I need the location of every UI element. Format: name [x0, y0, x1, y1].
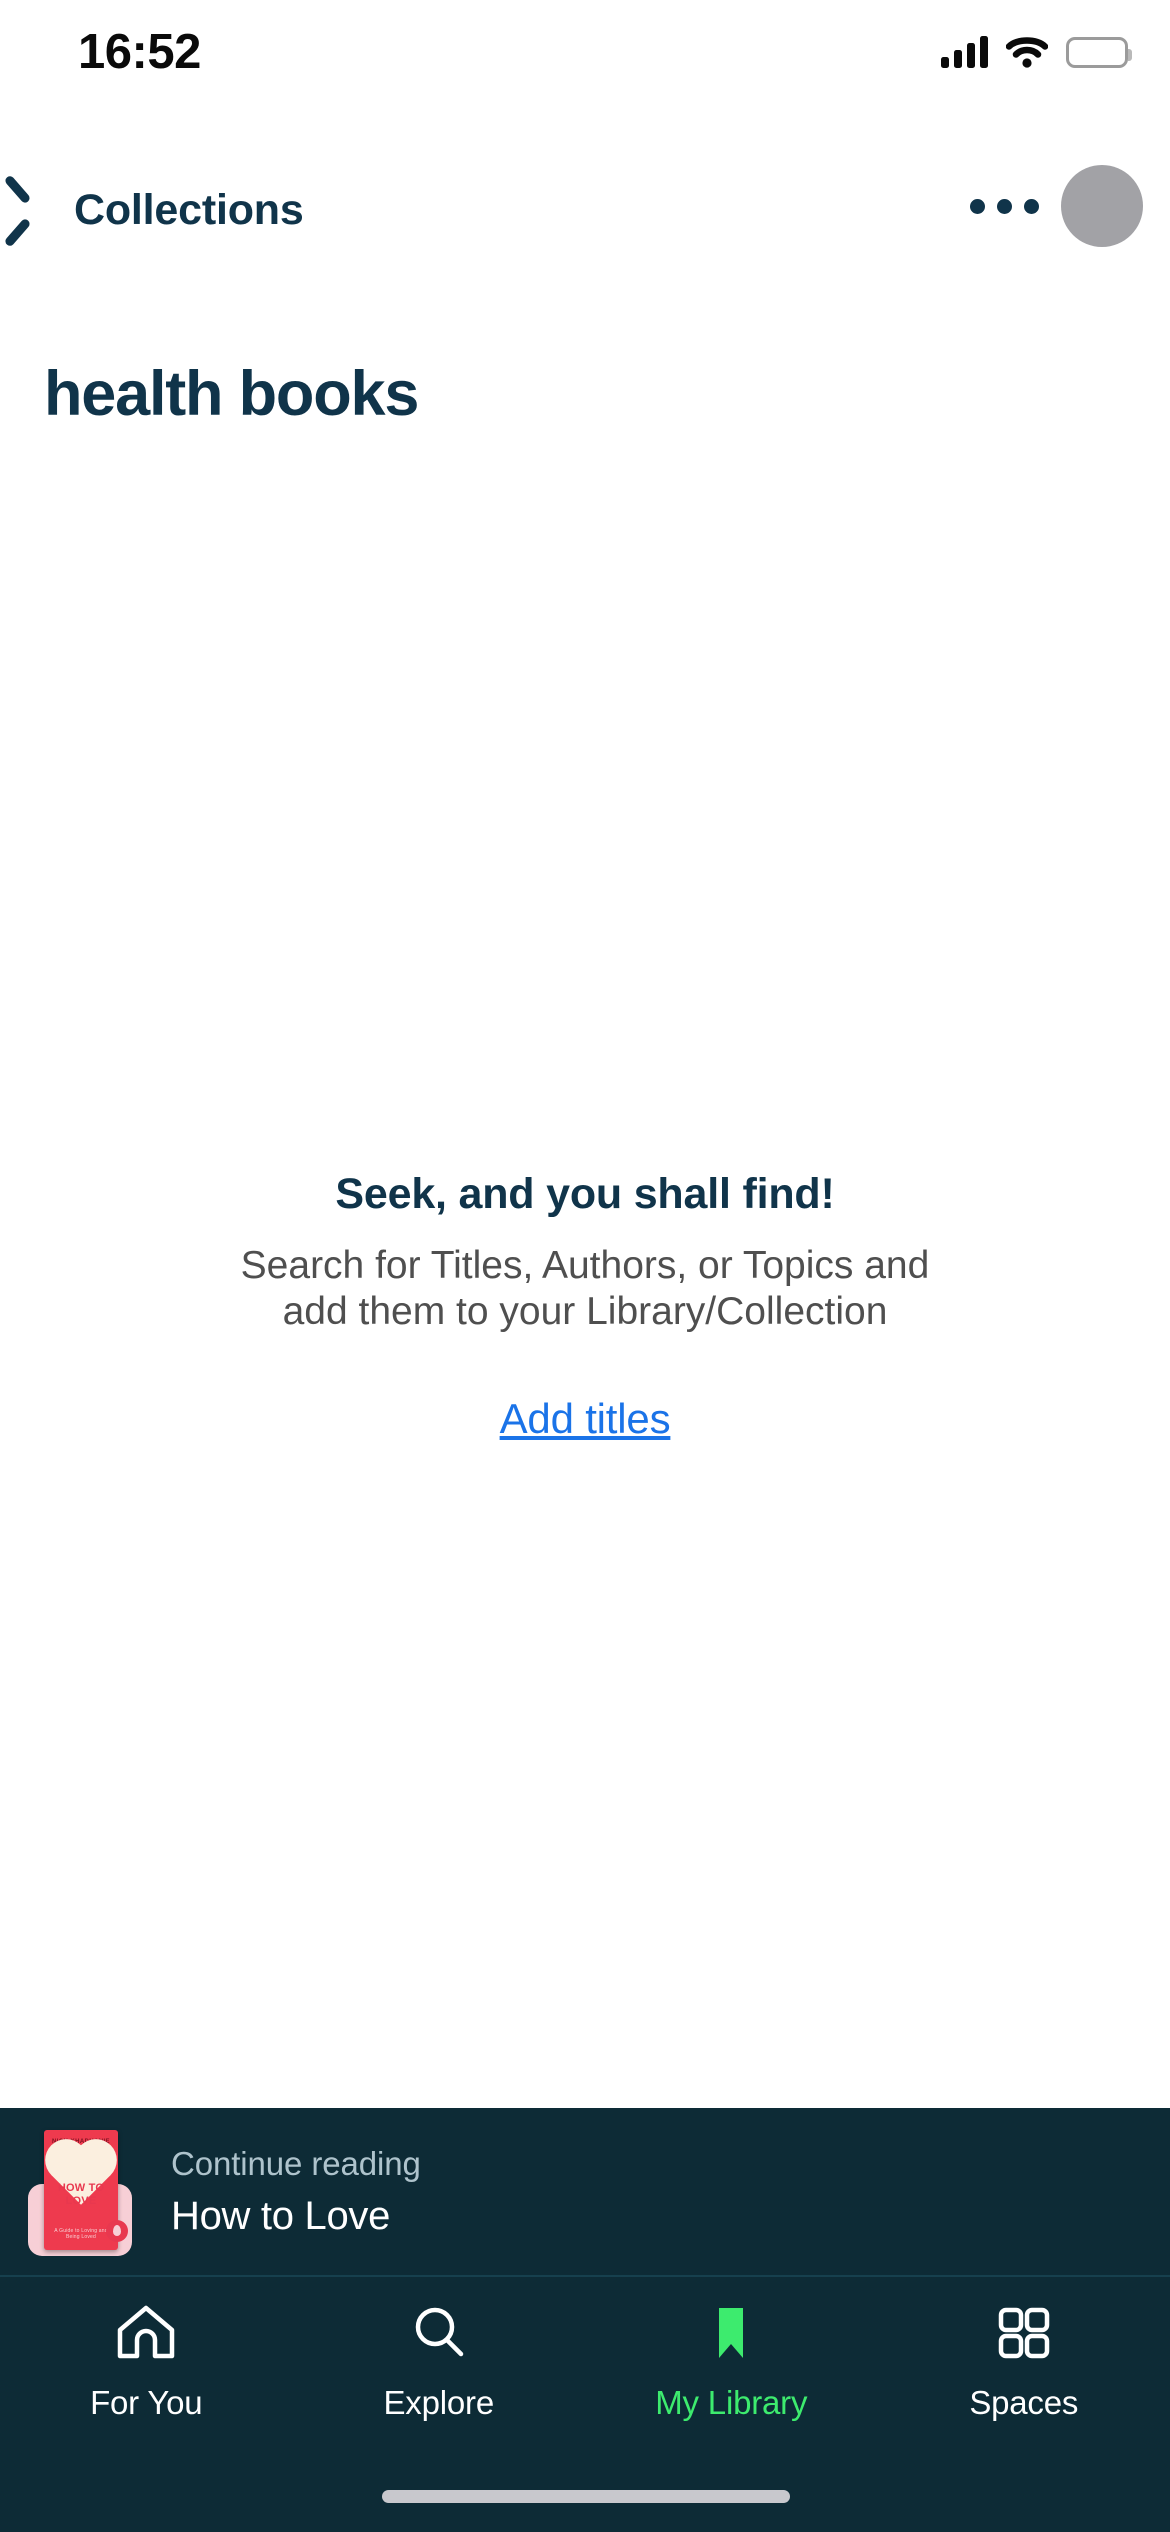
empty-state-description: Search for Titles, Authors, or Topics an… — [240, 1244, 930, 1334]
tab-for-you[interactable]: For You — [0, 2302, 293, 2422]
status-bar-time: 16:52 — [78, 25, 201, 79]
battery-icon — [1066, 36, 1132, 68]
status-bar: 16:52 — [0, 0, 1170, 100]
tab-explore[interactable]: Explore — [293, 2302, 586, 2422]
cover-title-line2: LOVE — [65, 2194, 97, 2207]
continue-reading-title: How to Love — [171, 2193, 391, 2238]
tab-label-my-library: My Library — [655, 2384, 808, 2421]
home-indicator[interactable] — [382, 2490, 790, 2503]
navigation-bar-actions — [964, 165, 1143, 247]
cover-subtitle: A Guide to Loving and Being Loved — [54, 2227, 108, 2240]
tab-label-for-you: For You — [90, 2384, 203, 2421]
chevron-left-icon — [24, 184, 58, 236]
cellular-signal-icon — [941, 36, 988, 68]
cover-badge-icon — [106, 2219, 128, 2242]
back-button-label: Collections — [74, 185, 304, 234]
empty-state: Seek, and you shall find! Search for Tit… — [0, 1170, 1170, 1443]
wifi-icon — [1005, 36, 1049, 68]
grid-icon — [993, 2302, 1055, 2364]
tab-label-spaces: Spaces — [969, 2384, 1079, 2421]
book-cover-thumbnail: NICK KHADHANIE HOW TO LOVE A Guide to Lo… — [24, 2128, 136, 2256]
status-bar-indicators — [941, 30, 1132, 74]
back-button[interactable]: Collections — [14, 170, 314, 250]
continue-reading-bar[interactable]: NICK KHADHANIE HOW TO LOVE A Guide to Lo… — [0, 2108, 1170, 2275]
avatar[interactable] — [1061, 165, 1143, 247]
search-icon — [408, 2302, 470, 2364]
page-title: health books — [44, 359, 419, 429]
continue-reading-text: Continue reading How to Love — [171, 2145, 421, 2239]
home-icon — [115, 2302, 177, 2364]
tab-spaces[interactable]: Spaces — [878, 2302, 1170, 2422]
tab-my-library[interactable]: My Library — [585, 2302, 878, 2422]
bookmark-icon — [700, 2302, 762, 2364]
navigation-bar: Collections — [0, 165, 1170, 280]
cover-title-line1: HOW TO — [57, 2181, 105, 2194]
tab-label-explore: Explore — [383, 2384, 495, 2421]
cover-title: HOW TO LOVE — [44, 2182, 118, 2209]
continue-reading-label: Continue reading — [171, 2144, 421, 2182]
empty-state-title: Seek, and you shall find! — [335, 1170, 835, 1218]
ellipsis-icon[interactable] — [964, 185, 1045, 228]
add-titles-link[interactable]: Add titles — [500, 1395, 671, 1443]
